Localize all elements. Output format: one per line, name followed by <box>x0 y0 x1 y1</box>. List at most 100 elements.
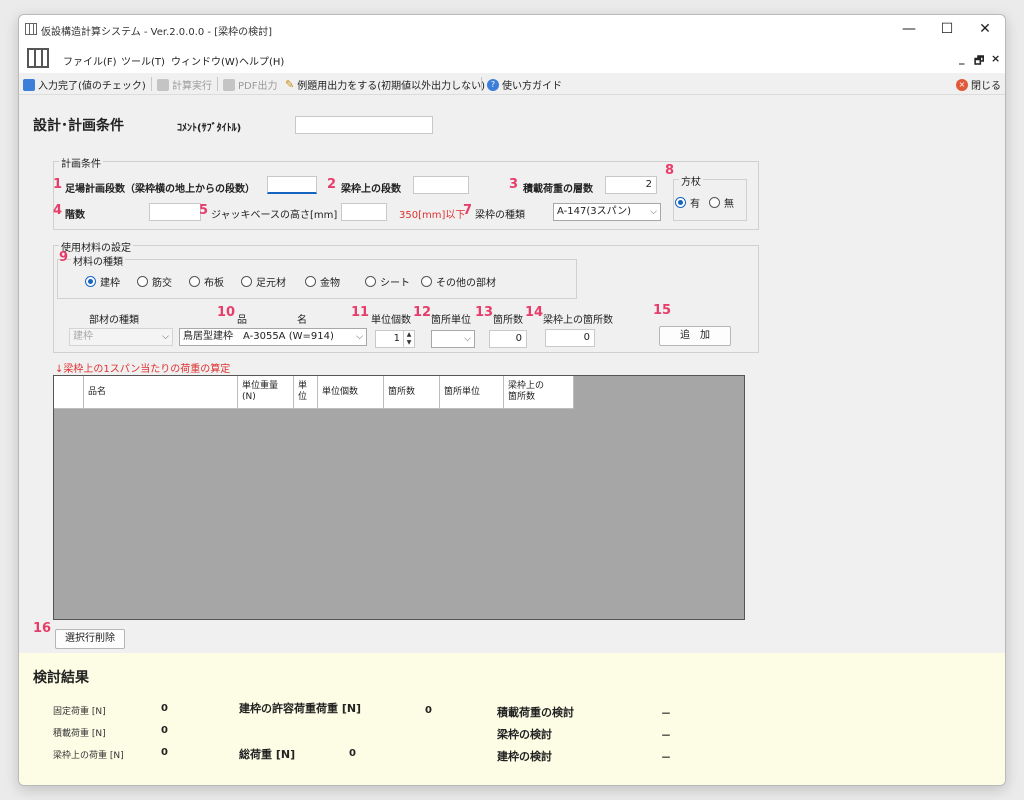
guide-button[interactable]: ? 使い方ガイド <box>487 77 562 92</box>
header-unit-count[interactable]: 単位個数 <box>318 376 384 409</box>
kind-radio-kanamono[interactable]: 金物 <box>305 274 340 289</box>
checklist-icon <box>23 78 35 91</box>
window-title: 仮設構造計算システム - Ver.2.0.0.0 - [梁枠の検討] <box>41 27 273 38</box>
header-selector <box>54 376 84 409</box>
header-place-unit[interactable]: 箇所単位 <box>440 376 504 409</box>
fixed-load-label: 固定荷重 [N] <box>53 707 106 717</box>
example-output-toggle[interactable]: ✎ 例題用出力をする(初期値以外出力しない) <box>285 77 485 92</box>
toolbar: 入力完了(値のチェック) 計算実行 PDF出力 ✎ 例題用出力をする(初期値以外… <box>19 73 1005 95</box>
frame-load-label: 梁枠上の荷重 [N] <box>53 751 124 761</box>
scaffold-levels-label: 足場計画段数（梁枠横の地上からの段数） <box>65 184 255 195</box>
radio-checked-icon <box>675 197 686 208</box>
load-layers-input[interactable]: 2 <box>605 176 657 194</box>
kind-radio-nunoita[interactable]: 布板 <box>189 274 224 289</box>
chevron-down-icon: ⌵ <box>356 332 363 342</box>
add-button[interactable]: 追 加 <box>659 326 731 346</box>
kind-radio-ashimoto[interactable]: 足元材 <box>241 274 286 289</box>
frame-place-count-label: 梁枠上の箇所数 <box>543 315 613 326</box>
kind-radio-sujikai[interactable]: 筋交 <box>137 274 172 289</box>
callout-12: 12 <box>413 305 432 320</box>
mdi-restore-button[interactable]: 🗗 <box>974 52 984 71</box>
toolbar-separator <box>481 77 482 91</box>
results-panel: 検討結果 固定荷重 [N] 0 積載荷重 [N] 0 梁枠上の荷重 [N] 0 … <box>19 653 1005 785</box>
check-frame-label: 梁枠の検討 <box>497 728 552 741</box>
header-frame-place-count[interactable]: 梁枠上の 箇所数 <box>504 376 574 409</box>
floors-input[interactable] <box>149 203 201 221</box>
brace-legend: 方杖 <box>679 173 703 188</box>
app-window: 仮設構造計算システム - Ver.2.0.0.0 - [梁枠の検討] — ☐ ✕… <box>18 14 1006 786</box>
stepper-arrows-icon[interactable]: ▲ ▼ <box>403 331 414 347</box>
check-tatewaku-value: － <box>661 753 671 764</box>
brace-yes-radio[interactable]: 有 <box>675 195 700 210</box>
kind-radio-tatewaku[interactable]: 建枠 <box>85 274 120 289</box>
floors-label: 階数 <box>65 210 85 221</box>
page-title: 設計･計画条件 <box>33 118 124 134</box>
callout-7: 7 <box>463 203 473 218</box>
menu-bar: ファイル(F) ツール(T) ウィンドウ(W) ヘルプ(H) _ 🗗 × <box>19 43 1005 73</box>
place-unit-label: 箇所単位 <box>431 315 471 326</box>
jack-base-note: 350[mm]以下 <box>399 210 466 221</box>
mdi-close-button[interactable]: × <box>991 52 1000 65</box>
comment-input[interactable] <box>295 116 433 134</box>
table-caption: ↓梁枠上の1スパン当たりの荷重の算定 <box>55 364 231 375</box>
name-label-2: 名 <box>297 315 307 326</box>
frame-place-count-input[interactable]: 0 <box>545 329 595 347</box>
callout-4: 4 <box>53 203 63 218</box>
radio-unchecked-icon <box>365 276 376 287</box>
check-live-load-value: － <box>661 709 671 720</box>
part-name-select[interactable]: 鳥居型建枠 A-3055A (W=914) ⌵ <box>179 328 367 346</box>
calc-run-button[interactable]: 計算実行 <box>157 77 212 92</box>
menu-help[interactable]: ヘルプ(H) <box>239 53 284 68</box>
calculator-icon <box>157 78 169 91</box>
check-live-load-label: 積載荷重の検討 <box>497 706 574 719</box>
minimize-button[interactable]: — <box>891 19 927 39</box>
callout-8: 8 <box>665 163 675 178</box>
place-unit-select[interactable]: ⌵ <box>431 330 475 348</box>
menu-tools[interactable]: ツール(T) <box>121 53 165 68</box>
part-type-select[interactable]: 建枠 ⌵ <box>69 328 173 346</box>
frame-levels-input[interactable] <box>413 176 469 194</box>
chevron-down-icon: ⌵ <box>162 332 169 342</box>
kind-radio-sheet[interactable]: シート <box>365 274 410 289</box>
header-unit-weight[interactable]: 単位重量 (N) <box>238 376 294 409</box>
frame-levels-label: 梁枠上の段数 <box>341 184 401 195</box>
live-load-value: 0 <box>161 725 168 736</box>
scaffold-levels-input[interactable] <box>267 176 317 194</box>
place-count-label: 箇所数 <box>493 315 523 326</box>
frame-type-label: 梁枠の種類 <box>475 210 525 221</box>
delete-row-button[interactable]: 選択行削除 <box>55 629 125 649</box>
close-circle-icon: × <box>956 78 968 91</box>
chevron-down-icon: ⌵ <box>464 334 471 344</box>
load-table: 品名 単位重量 (N) 単 位 単位個数 箇所数 箇所単位 梁枠上の 箇所数 <box>53 375 745 620</box>
results-title: 検討結果 <box>33 670 89 686</box>
check-frame-value: － <box>661 731 671 742</box>
jack-base-height-input[interactable] <box>341 203 387 221</box>
check-tatewaku-label: 建枠の検討 <box>497 750 552 763</box>
header-item-name[interactable]: 品名 <box>84 376 238 409</box>
menu-window[interactable]: ウィンドウ(W) <box>171 53 239 68</box>
close-form-button[interactable]: × 閉じる <box>956 77 1001 92</box>
radio-unchecked-icon <box>305 276 316 287</box>
input-done-button[interactable]: 入力完了(値のチェック) <box>23 77 146 92</box>
maximize-button[interactable]: ☐ <box>929 19 965 39</box>
place-count-input[interactable]: 0 <box>489 330 527 348</box>
close-button[interactable]: ✕ <box>967 19 1003 39</box>
frame-type-select[interactable]: A-147(3スパン) ⌵ <box>553 203 661 221</box>
plan-conditions-legend: 計画条件 <box>59 155 103 170</box>
callout-2: 2 <box>327 177 337 192</box>
header-unit[interactable]: 単 位 <box>294 376 318 409</box>
callout-16: 16 <box>33 621 52 636</box>
live-load-label: 積載荷重 [N] <box>53 729 106 739</box>
kind-radio-other[interactable]: その他の部材 <box>421 274 496 289</box>
allowable-load-label: 建枠の許容荷重荷重 [N] <box>239 702 362 715</box>
header-place-count[interactable]: 箇所数 <box>384 376 440 409</box>
mdi-minimize-button[interactable]: _ <box>959 52 965 65</box>
callout-14: 14 <box>525 305 544 320</box>
callout-10: 10 <box>217 305 236 320</box>
menu-file[interactable]: ファイル(F) <box>63 53 117 68</box>
toolbar-separator <box>151 77 152 91</box>
table-header: 品名 単位重量 (N) 単 位 単位個数 箇所数 箇所単位 梁枠上の 箇所数 <box>54 376 574 409</box>
pdf-output-button[interactable]: PDF出力 <box>223 77 277 92</box>
brace-no-radio[interactable]: 無 <box>709 195 734 210</box>
comment-label: ｺﾒﾝﾄ(ｻﾌﾞﾀｲﾄﾙ) <box>177 123 242 134</box>
